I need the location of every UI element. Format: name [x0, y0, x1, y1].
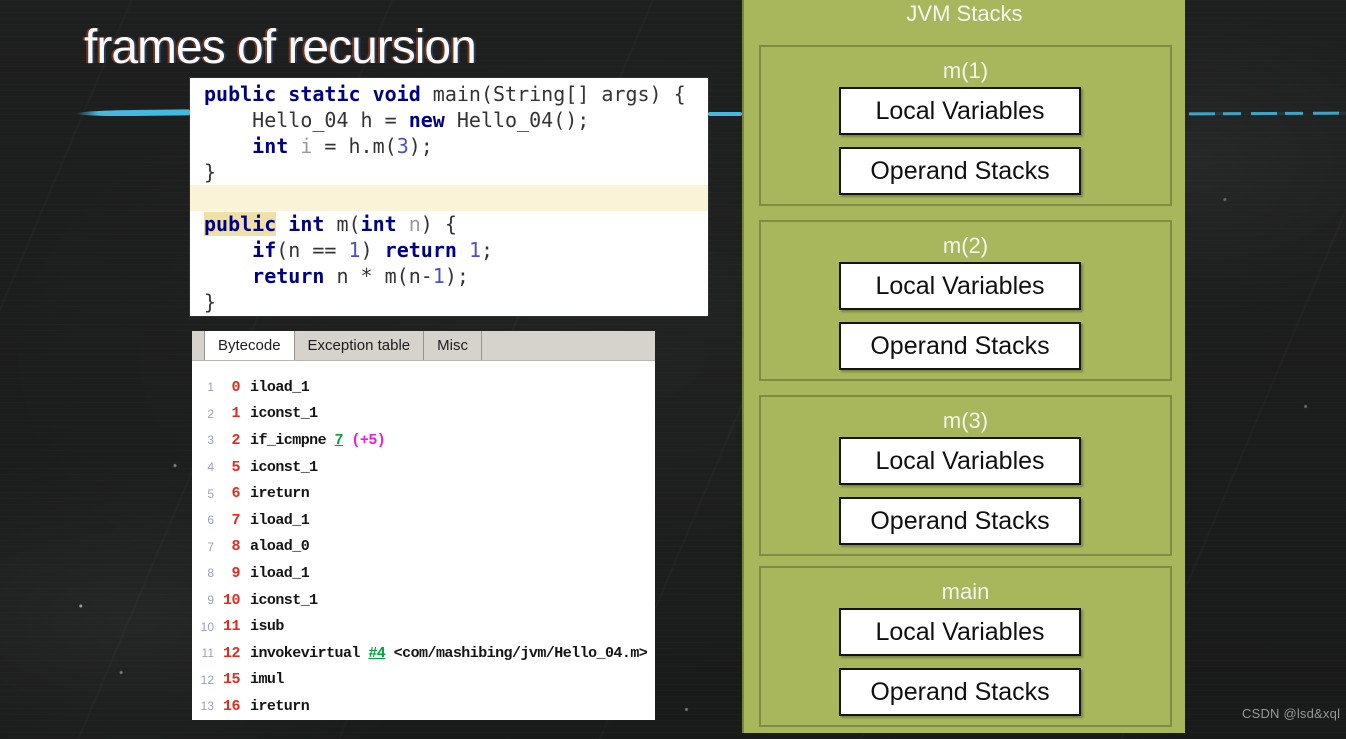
stack-frame-label: m(2)	[942, 233, 989, 258]
bytecode-row: 7 8 aload_0	[207, 538, 310, 556]
local-variables-box: Local Variables	[839, 87, 1081, 135]
tab-bar-stub	[192, 331, 205, 360]
code-lines: public static void main(String[] args) {…	[190, 81, 708, 315]
tab-bar: Bytecode Exception table Misc	[192, 331, 655, 361]
stack-frame-m1: m(1) Local Variables Operand Stacks	[759, 45, 1172, 206]
operand-stacks-box: Operand Stacks	[839, 322, 1081, 370]
code-line: Hello_04 h = new Hello_04();	[204, 108, 590, 132]
bytecode-row: 1 0 iload_1	[207, 378, 310, 396]
code-line: }	[204, 290, 217, 314]
bytecode-row: 12 15 imul	[200, 671, 285, 689]
code-line: }	[204, 160, 217, 184]
local-variables-box: Local Variables	[839, 608, 1081, 656]
operand-stacks-box: Operand Stacks	[839, 147, 1081, 195]
local-variables-box: Local Variables	[839, 262, 1081, 310]
tab-misc[interactable]: Misc	[424, 331, 482, 360]
code-line: public static void main(String[] args) {	[204, 82, 686, 106]
code-line: int i = h.m(3);	[252, 134, 433, 158]
code-line: if(n == 1) return 1;	[252, 238, 494, 262]
slide: frames of recursion public static void m…	[0, 0, 1346, 739]
bytecode-row: 11 12 invokevirtual #4 <com/mashibing/jvm/…	[201, 644, 648, 662]
bytecode-row: 13 16 ireturn	[200, 697, 310, 715]
chalk-accent-line-right	[1188, 111, 1346, 116]
chalk-accent-line-mid	[708, 112, 742, 116]
code-line: return n * m(n-1);	[252, 264, 469, 288]
stack-frame-m2: m(2) Local Variables Operand Stacks	[759, 220, 1172, 381]
bytecode-row: 9 10 iconst_1	[207, 591, 318, 609]
watermark: CSDN @lsd&xql	[1242, 706, 1341, 721]
bytecode-listing: 1 0 iload_1 2 1 iconst_1 3 2 if_icmpne 7 (+5) 4 5 i…	[192, 361, 655, 720]
tab-bar-filler	[482, 331, 655, 360]
jvm-stacks-panel: JVM Stacks m(1) Local Variables Operand …	[742, 0, 1185, 733]
bytecode-row: 5 6 ireturn	[207, 485, 310, 503]
chalk-accent-line-left	[75, 109, 191, 117]
stack-frame-m3: m(3) Local Variables Operand Stacks	[759, 395, 1172, 556]
bytecode-row: 2 1 iconst_1	[207, 405, 318, 423]
tab-bytecode[interactable]: Bytecode	[205, 331, 295, 360]
bytecode-row: 4 5 iconst_1	[207, 458, 318, 476]
stack-frame-main: main Local Variables Operand Stacks	[759, 566, 1172, 727]
bytecode-row: 10 11 isub	[200, 618, 285, 636]
code-line	[190, 185, 708, 211]
stack-frame-label: main	[941, 579, 990, 604]
bytecode-row: 3 2 if_icmpne 7 (+5)	[207, 431, 386, 449]
tab-exception-table[interactable]: Exception table	[294, 331, 425, 360]
code-line: public int m(int n) {	[204, 212, 457, 236]
jvm-stacks-title: JVM Stacks	[906, 1, 1023, 26]
bytecode-row: 6 7 iload_1	[207, 511, 310, 529]
page-title: frames of recursion	[84, 21, 477, 74]
code-editor-snippet: public static void main(String[] args) {…	[190, 78, 708, 316]
bytecode-panel: Bytecode Exception table Misc 1 0 iload_1 2…	[192, 331, 655, 720]
stack-frame-label: m(3)	[942, 408, 989, 433]
operand-stacks-box: Operand Stacks	[839, 668, 1081, 716]
bytecode-row: 8 9 iload_1	[207, 564, 310, 582]
operand-stacks-box: Operand Stacks	[839, 497, 1081, 545]
stack-frame-label: m(1)	[942, 58, 989, 83]
local-variables-box: Local Variables	[839, 437, 1081, 485]
